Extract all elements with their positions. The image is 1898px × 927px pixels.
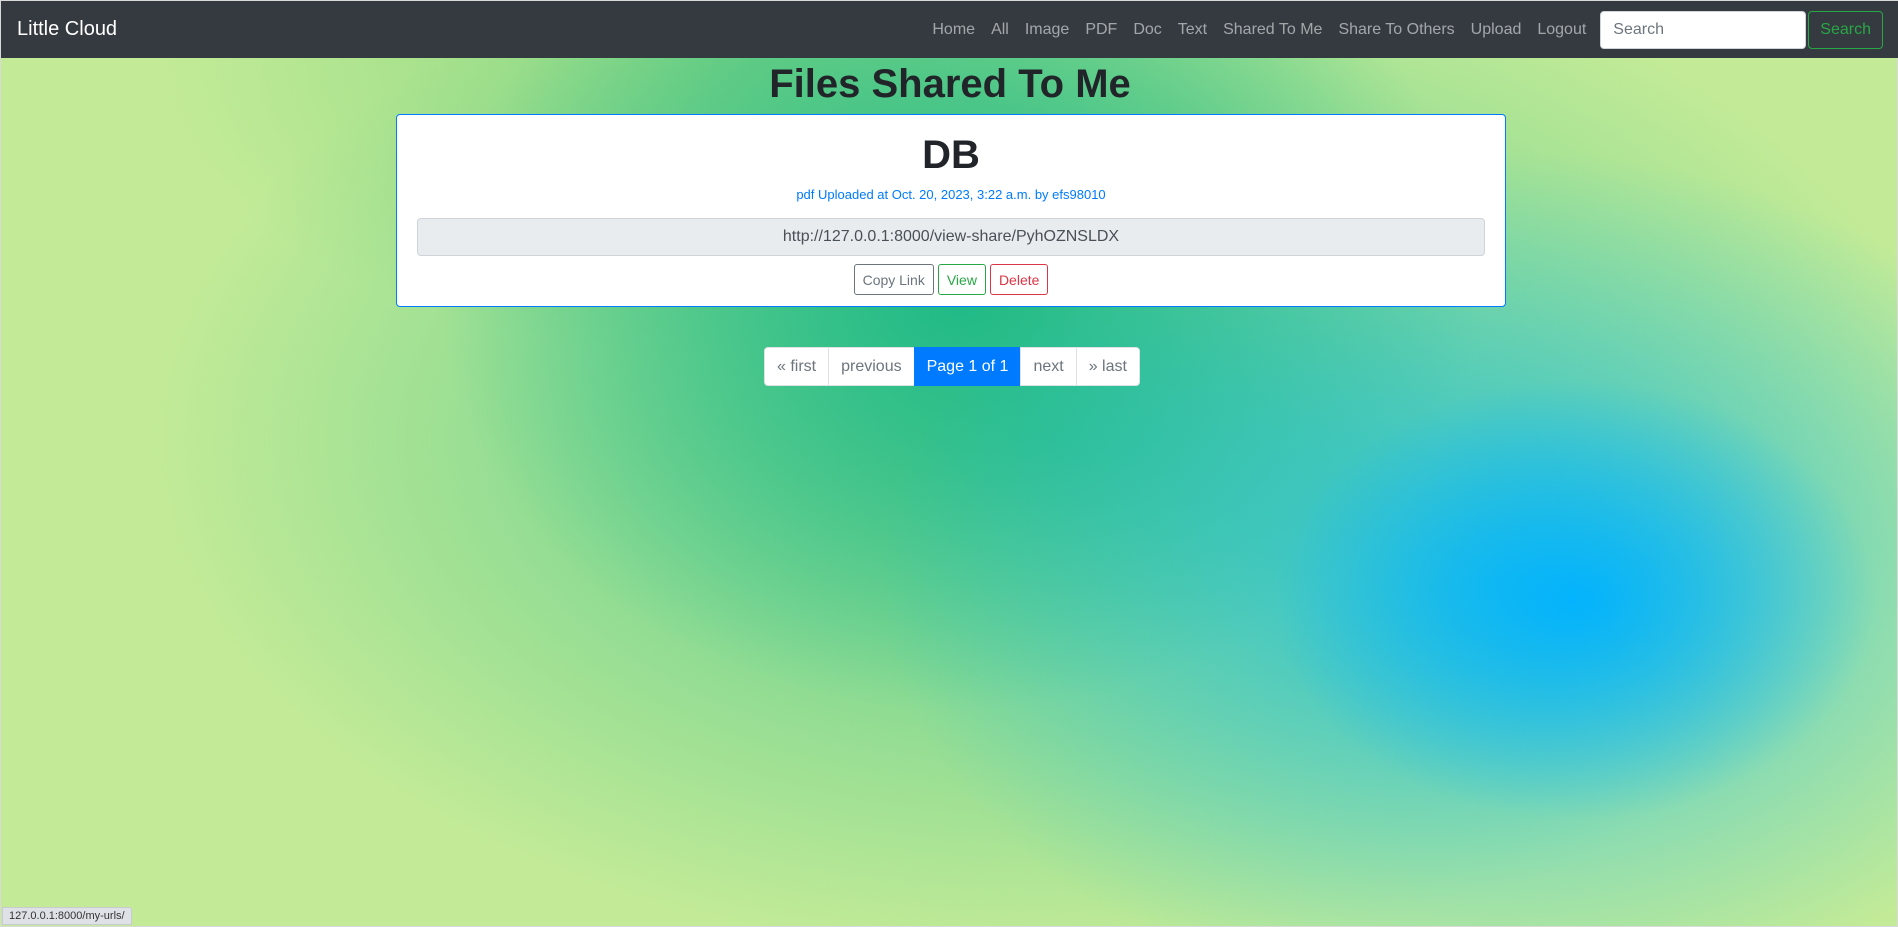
copy-link-button[interactable]: Copy Link [853, 264, 934, 295]
pagination-first[interactable]: « first [764, 347, 830, 386]
pagination-last[interactable]: » last [1075, 347, 1140, 386]
nav-link-upload[interactable]: Upload [1463, 21, 1530, 39]
nav-link-all[interactable]: All [983, 21, 1017, 39]
pagination-next[interactable]: next [1020, 347, 1077, 386]
share-link-field[interactable] [417, 218, 1485, 256]
nav-link-home[interactable]: Home [924, 21, 983, 39]
nav-link-doc[interactable]: Doc [1125, 21, 1169, 39]
nav-link-pdf[interactable]: PDF [1077, 21, 1125, 39]
brand-logo[interactable]: Little Cloud [17, 18, 117, 41]
pagination-current: Page 1 of 1 [913, 347, 1022, 386]
search-input[interactable] [1600, 10, 1807, 49]
nav-link-share-to-others[interactable]: Share To Others [1330, 21, 1462, 39]
status-bar-url: 127.0.0.1:8000/my-urls/ [2, 907, 132, 925]
file-card: DB pdf Uploaded at Oct. 20, 2023, 3:22 a… [396, 114, 1506, 307]
file-actions: Copy Link View Delete [397, 264, 1505, 295]
page-title: Files Shared To Me [769, 62, 1131, 106]
nav-link-shared-to-me[interactable]: Shared To Me [1215, 21, 1330, 39]
delete-button[interactable]: Delete [989, 264, 1049, 295]
nav-link-text[interactable]: Text [1170, 21, 1215, 39]
pagination-previous[interactable]: previous [828, 347, 915, 386]
pagination: « first previous Page 1 of 1 next » last [764, 347, 1140, 386]
file-name: DB [922, 133, 980, 177]
search-button[interactable]: Search [1808, 10, 1883, 49]
search-form: Search [1600, 10, 1883, 49]
view-button[interactable]: View [937, 264, 986, 295]
nav-link-image[interactable]: Image [1017, 21, 1077, 39]
file-meta: pdf Uploaded at Oct. 20, 2023, 3:22 a.m.… [796, 187, 1106, 202]
navbar: Little Cloud Home All Image PDF Doc Text… [1, 1, 1898, 58]
nav-links: Home All Image PDF Doc Text Shared To Me… [924, 10, 1883, 49]
nav-link-logout[interactable]: Logout [1529, 21, 1594, 39]
